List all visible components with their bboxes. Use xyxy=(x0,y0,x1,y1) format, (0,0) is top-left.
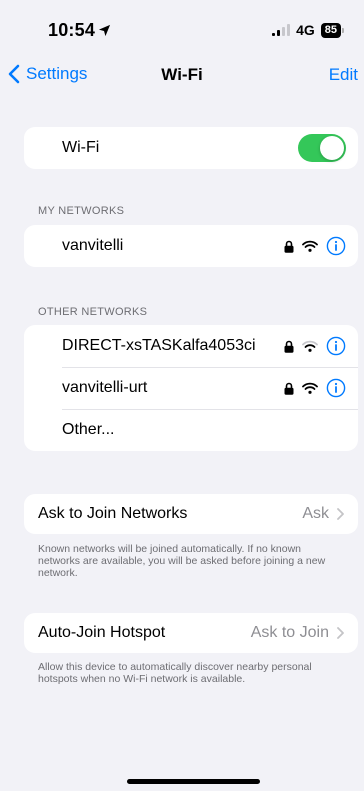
home-indicator[interactable] xyxy=(127,779,260,784)
info-icon[interactable] xyxy=(326,236,346,256)
my-networks-group: vanvitelli xyxy=(24,225,358,267)
ask-to-join-label: Ask to Join Networks xyxy=(38,505,188,522)
lock-icon xyxy=(284,340,294,353)
ask-to-join-footer: Known networks will be joined automatica… xyxy=(38,543,326,579)
wifi-signal-icon xyxy=(302,382,318,394)
my-networks-header: MY NETWORKS xyxy=(38,205,125,217)
status-bar: 10:54 4G 85 xyxy=(0,0,364,50)
info-icon[interactable] xyxy=(326,378,346,398)
edit-button[interactable]: Edit xyxy=(329,65,358,85)
cellular-signal-icon xyxy=(272,24,291,36)
other-networks-header: OTHER NETWORKS xyxy=(38,306,148,318)
network-row-vanvitelli-urt[interactable]: vanvitelli-urt xyxy=(24,367,358,409)
toggle-knob xyxy=(320,136,344,160)
auto-join-value: Ask to Join xyxy=(250,624,329,641)
battery-icon: 85 xyxy=(320,22,344,38)
auto-join-label: Auto-Join Hotspot xyxy=(38,624,166,641)
ask-to-join-row[interactable]: Ask to Join Networks Ask xyxy=(24,494,358,534)
wifi-signal-icon xyxy=(302,240,318,252)
network-row-vanvitelli[interactable]: vanvitelli xyxy=(24,225,358,267)
page-title: Wi-Fi xyxy=(161,65,203,84)
network-name: DIRECT-xsTASKalfa4053ci xyxy=(62,337,256,354)
network-type: 4G xyxy=(296,22,315,38)
wifi-toggle-group: Wi-Fi xyxy=(24,127,358,169)
lock-icon xyxy=(284,240,294,253)
network-name: vanvitelli-urt xyxy=(62,379,148,396)
ask-to-join-value: Ask xyxy=(302,505,329,522)
other-network-row[interactable]: Other... xyxy=(24,409,358,451)
status-indicators: 4G 85 xyxy=(272,22,344,38)
other-networks-group: DIRECT-xsTASKalfa4053ci vanvitelli-urt O… xyxy=(24,325,358,451)
battery-level: 85 xyxy=(320,22,341,38)
location-arrow-icon xyxy=(98,21,111,42)
other-network-label: Other... xyxy=(62,421,115,438)
auto-join-footer: Allow this device to automatically disco… xyxy=(38,661,312,685)
chevron-right-icon xyxy=(337,508,344,520)
auto-join-group: Auto-Join Hotspot Ask to Join xyxy=(24,613,358,653)
navigation-bar: Settings Wi-Fi Edit xyxy=(0,58,364,92)
wifi-toggle-row: Wi-Fi xyxy=(24,127,358,169)
info-icon[interactable] xyxy=(326,336,346,356)
wifi-signal-icon xyxy=(302,340,318,352)
wifi-toggle-label: Wi-Fi xyxy=(62,139,100,156)
lock-icon xyxy=(284,382,294,395)
wifi-toggle-switch[interactable] xyxy=(298,134,346,162)
network-name: vanvitelli xyxy=(62,237,124,254)
status-time: 10:54 xyxy=(48,20,111,42)
network-row-direct[interactable]: DIRECT-xsTASKalfa4053ci xyxy=(24,325,358,367)
ask-to-join-group: Ask to Join Networks Ask xyxy=(24,494,358,534)
auto-join-row[interactable]: Auto-Join Hotspot Ask to Join xyxy=(24,613,358,653)
chevron-right-icon xyxy=(337,627,344,639)
status-time-text: 10:54 xyxy=(48,20,96,40)
